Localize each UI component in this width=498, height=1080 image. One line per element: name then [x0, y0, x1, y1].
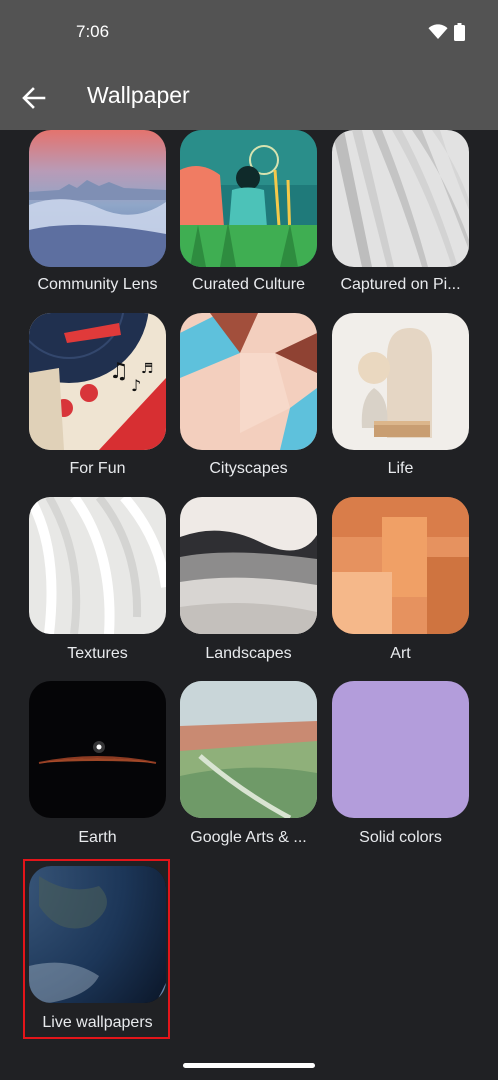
community-lens-label: Community Lens — [37, 276, 158, 293]
captured-on-pixel-label: Captured on Pi... — [340, 276, 461, 293]
curated-culture-label: Curated Culture — [192, 276, 305, 293]
battery-icon — [454, 23, 465, 41]
home-indicator[interactable] — [183, 1063, 315, 1068]
textures-label: Textures — [67, 645, 128, 662]
cityscapes-thumbnail[interactable] — [180, 313, 317, 450]
wifi-icon — [428, 24, 448, 39]
status-time: 7:06 — [76, 22, 110, 41]
page-title: Wallpaper — [87, 82, 190, 108]
landscapes-thumbnail[interactable] — [180, 497, 317, 634]
life-thumbnail[interactable] — [332, 313, 469, 450]
earth-thumbnail[interactable] — [29, 681, 166, 818]
arrow-back-icon[interactable] — [20, 84, 48, 112]
for-fun-thumbnail[interactable]: ♫ ♪ ♬ — [29, 313, 166, 450]
google-arts-thumbnail[interactable] — [180, 681, 317, 818]
life-label: Life — [387, 460, 414, 477]
for-fun-label: For Fun — [69, 460, 126, 477]
svg-text:♫: ♫ — [109, 359, 129, 384]
solid-colors-thumbnail[interactable] — [332, 681, 469, 818]
captured-on-pixel-thumbnail[interactable] — [332, 130, 469, 267]
status-bar: 7:06 — [0, 0, 498, 64]
art-thumbnail[interactable] — [332, 497, 469, 634]
wallpaper-category-grid: Community Lens Curated Culture Captured … — [0, 130, 498, 1050]
curated-culture-thumbnail[interactable] — [180, 130, 317, 267]
landscapes-label: Landscapes — [205, 645, 292, 662]
community-lens-thumbnail[interactable] — [29, 130, 166, 267]
app-bar: Wallpaper — [0, 64, 498, 130]
svg-text:♬: ♬ — [141, 361, 154, 377]
google-arts-label: Google Arts & ... — [190, 829, 307, 846]
svg-text:♪: ♪ — [131, 376, 141, 395]
art-label: Art — [390, 645, 411, 662]
solid-colors-label: Solid colors — [359, 829, 442, 846]
live-wallpapers-label: Live wallpapers — [42, 1014, 153, 1031]
live-wallpapers-thumbnail[interactable] — [29, 866, 166, 1003]
cityscapes-label: Cityscapes — [209, 460, 288, 477]
textures-thumbnail[interactable] — [29, 497, 166, 634]
earth-label: Earth — [78, 829, 117, 846]
